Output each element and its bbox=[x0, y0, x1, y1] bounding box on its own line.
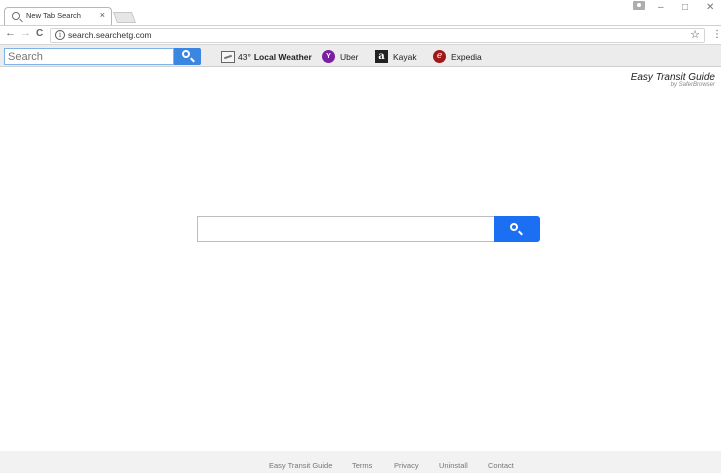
tab-strip: New Tab Search × – □ ✕ bbox=[0, 0, 721, 25]
profile-icon[interactable] bbox=[633, 1, 645, 10]
tab-title: New Tab Search bbox=[26, 11, 81, 20]
footer-link-terms[interactable]: Terms bbox=[352, 461, 372, 470]
forward-button[interactable]: → bbox=[20, 27, 31, 39]
weather-label: Local Weather bbox=[253, 51, 312, 62]
close-window-button[interactable]: ✕ bbox=[706, 2, 714, 13]
footer-link-contact[interactable]: Contact bbox=[488, 461, 514, 470]
extension-toolbar: 43° Local Weather Y Uber a Kayak e Exped… bbox=[0, 44, 721, 67]
weather-temp: 43° bbox=[238, 51, 251, 62]
search-icon bbox=[182, 50, 190, 58]
weather-icon bbox=[221, 50, 235, 63]
main-search-button[interactable] bbox=[494, 216, 540, 242]
kayak-label: Kayak bbox=[393, 51, 417, 62]
kayak-link[interactable]: a Kayak bbox=[375, 49, 417, 64]
weather-link[interactable]: 43° Local Weather bbox=[221, 49, 312, 64]
search-icon bbox=[510, 223, 518, 231]
url-text[interactable]: search.searchetg.com bbox=[68, 30, 152, 40]
minimize-button[interactable]: – bbox=[658, 2, 664, 13]
footer-link-privacy[interactable]: Privacy bbox=[394, 461, 419, 470]
browser-menu-icon[interactable]: ⋮ bbox=[712, 29, 721, 40]
browser-tab[interactable]: New Tab Search × bbox=[4, 7, 112, 25]
bookmark-star-icon[interactable]: ☆ bbox=[690, 28, 700, 41]
expedia-icon: e bbox=[433, 50, 446, 63]
omnibox[interactable]: i search.searchetg.com ☆ bbox=[50, 28, 705, 43]
toolbar-search-button[interactable] bbox=[174, 48, 201, 65]
footer-link-easy-transit-guide[interactable]: Easy Transit Guide bbox=[269, 461, 332, 470]
uber-icon: Y bbox=[322, 50, 335, 63]
uber-label: Uber bbox=[340, 51, 359, 62]
back-button[interactable]: ← bbox=[5, 27, 16, 39]
reload-button[interactable]: C bbox=[36, 28, 43, 39]
main-search-input[interactable] bbox=[197, 216, 494, 242]
info-icon[interactable]: i bbox=[55, 30, 65, 40]
search-icon bbox=[12, 12, 20, 20]
expedia-link[interactable]: e Expedia bbox=[433, 49, 482, 64]
kayak-icon: a bbox=[375, 50, 388, 63]
address-bar-row: ← → C i search.searchetg.com ☆ ⋮ bbox=[0, 25, 721, 44]
uber-link[interactable]: Y Uber bbox=[322, 49, 358, 64]
footer-link-uninstall[interactable]: Uninstall bbox=[439, 461, 468, 470]
tab-close-button[interactable]: × bbox=[100, 10, 105, 20]
brand-logo: Easy Transit Guide by SaferBrowser bbox=[631, 72, 715, 88]
expedia-label: Expedia bbox=[451, 51, 482, 62]
new-tab-button[interactable] bbox=[112, 12, 137, 23]
maximize-button[interactable]: □ bbox=[682, 2, 688, 13]
footer: Easy Transit Guide Terms Privacy Uninsta… bbox=[0, 451, 721, 473]
toolbar-search-input[interactable] bbox=[4, 48, 174, 65]
